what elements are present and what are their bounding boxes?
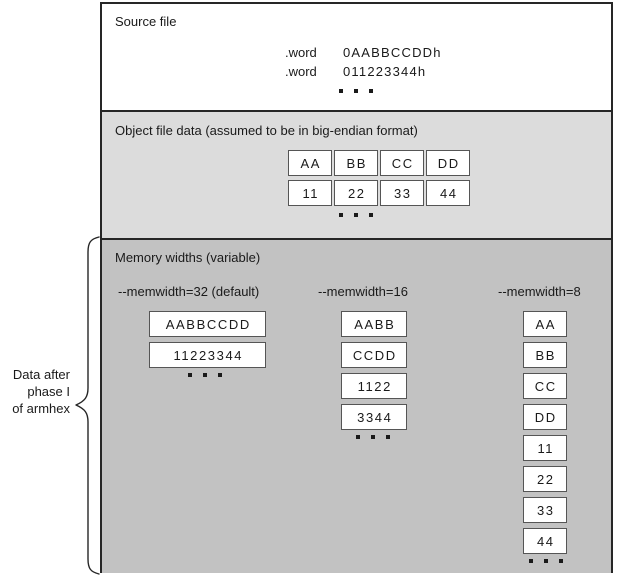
memwidth-16-box: 3344 <box>341 404 407 430</box>
object-byte-box: BB <box>334 150 378 176</box>
memwidth-8-header: --memwidth=8 <box>498 284 581 299</box>
object-ellipsis <box>339 213 373 217</box>
object-byte-box: 11 <box>288 180 332 206</box>
source-file-title: Source file <box>115 14 177 29</box>
memwidth-16-header: --memwidth=16 <box>318 284 408 299</box>
memwidth-8-box: AA <box>523 311 567 337</box>
object-byte-box: AA <box>288 150 332 176</box>
object-byte-box: CC <box>380 150 424 176</box>
caption-line-2: phase I <box>27 384 70 399</box>
memwidth-8-box: 11 <box>523 435 567 461</box>
object-byte-box: 33 <box>380 180 424 206</box>
object-byte-box: 44 <box>426 180 470 206</box>
memwidth-32-header: --memwidth=32 (default) <box>118 284 260 299</box>
caption-line-1: Data after <box>12 367 70 382</box>
memory-widths-title: Memory widths (variable) <box>115 250 261 265</box>
armhex-phase1-diagram: Source file .word 0AABBCCDDh .word 0112233… <box>100 2 613 573</box>
source-file-section: Source file .word 0AABBCCDDh .word 0112233… <box>102 4 611 112</box>
memwidth-16-box: CCDD <box>341 342 407 368</box>
source-directive: .word <box>285 45 317 60</box>
memwidth-16-box: AABB <box>341 311 407 337</box>
memwidth-16-ellipsis <box>356 435 390 439</box>
object-file-section: Object file data (assumed to be in big-e… <box>102 112 611 240</box>
source-code-row: .word 011223344h <box>285 64 426 79</box>
phase-caption: Data after phase I of armhex <box>0 366 70 417</box>
memwidth-8-box: 44 <box>523 528 567 554</box>
memwidth-32-ellipsis <box>188 373 222 377</box>
source-value: 0AABBCCDDh <box>343 45 442 60</box>
caption-line-3: of armhex <box>12 401 70 416</box>
memwidth-8-box: DD <box>523 404 567 430</box>
memwidth-32-box: 11223344 <box>149 342 266 368</box>
memory-widths-section: Memory widths (variable) --memwidth=32 (… <box>102 240 611 573</box>
memwidth-8-ellipsis <box>529 559 563 563</box>
memwidth-32-box: AABBCCDD <box>149 311 266 337</box>
object-byte-box: DD <box>426 150 470 176</box>
memwidth-8-box: 33 <box>523 497 567 523</box>
source-value: 011223344h <box>343 64 427 79</box>
object-byte-box: 22 <box>334 180 378 206</box>
memwidth-16-box: 1122 <box>341 373 407 399</box>
source-code-row: .word 0AABBCCDDh <box>285 45 442 60</box>
source-directive: .word <box>285 64 317 79</box>
memwidth-8-box: 22 <box>523 466 567 492</box>
object-file-title: Object file data (assumed to be in big-e… <box>115 123 418 138</box>
memwidth-8-box: CC <box>523 373 567 399</box>
left-curly-brace <box>74 236 100 575</box>
source-ellipsis <box>339 89 373 93</box>
memwidth-8-box: BB <box>523 342 567 368</box>
